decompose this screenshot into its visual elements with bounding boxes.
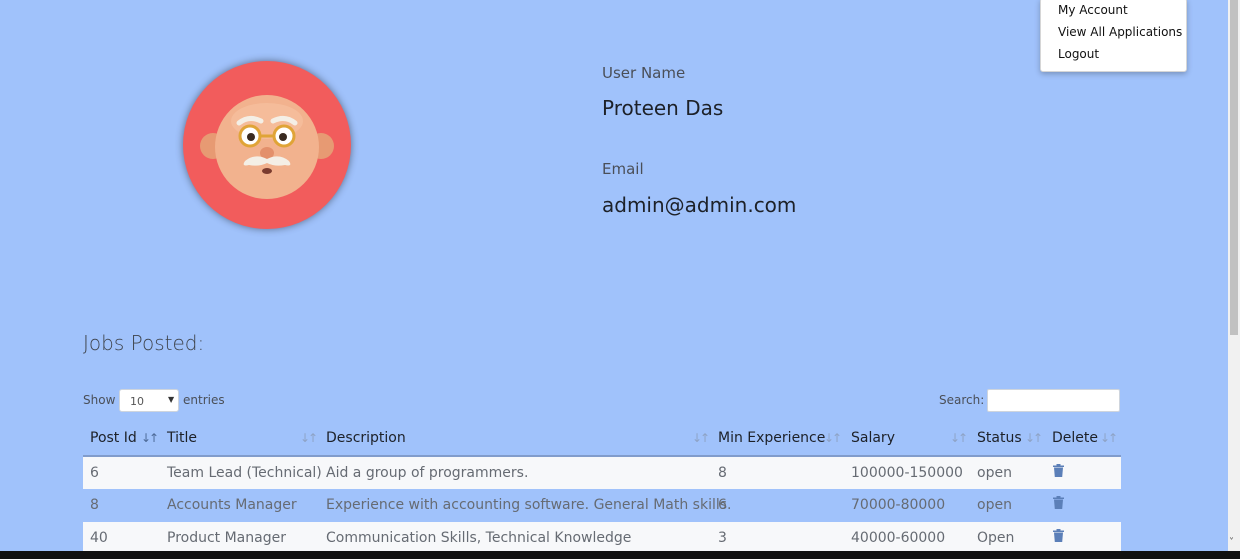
sort-arrows-icon[interactable]: ↓↑: [141, 431, 159, 445]
column-header-min-experience-label: Min Experience: [718, 430, 826, 446]
account-dropdown-menu: My Account View All Applications Logout: [1040, 0, 1187, 72]
column-header-delete-label: Delete: [1052, 430, 1098, 446]
cell-salary: 100000-150000: [851, 465, 963, 481]
column-header-salary[interactable]: Salary: [851, 426, 895, 454]
column-header-title[interactable]: Title: [167, 426, 197, 454]
column-header-description-label: Description: [326, 430, 406, 446]
search-label: Search:: [939, 393, 985, 407]
column-header-post-id-label: Post Id: [90, 430, 137, 446]
cell-description: Communication Skills, Technical Knowledg…: [326, 530, 632, 546]
trash-icon[interactable]: [1053, 494, 1064, 513]
chevron-down-icon: ▼: [168, 395, 175, 404]
cell-title: Team Lead (Technical): [167, 465, 322, 481]
trash-icon[interactable]: [1053, 527, 1064, 546]
menu-item-view-all-applications[interactable]: View All Applications: [1058, 25, 1182, 39]
scroll-down-arrow-icon[interactable]: ˅: [1229, 538, 1234, 548]
sort-arrows-icon[interactable]: ↓↑: [1100, 431, 1118, 445]
cell-min-experience: 3: [718, 530, 727, 546]
entries-label: entries: [183, 393, 225, 407]
column-header-min-experience[interactable]: Min Experience: [718, 426, 825, 454]
cell-post-id: 8: [90, 497, 99, 513]
search-input[interactable]: [987, 389, 1120, 412]
cell-description: Experience with accounting software. Gen…: [326, 497, 732, 513]
vertical-scrollbar[interactable]: ˅: [1228, 0, 1240, 551]
entries-per-page-value: 10: [130, 395, 144, 408]
grandpa-emoji-avatar-icon: [200, 95, 334, 199]
table-row: 6 Team Lead (Technical) Aid a group of p…: [83, 457, 1121, 489]
sort-arrows-icon[interactable]: ↓↑: [300, 431, 318, 445]
column-header-description[interactable]: Description: [326, 426, 406, 454]
column-header-salary-label: Salary: [851, 430, 895, 446]
sort-arrows-icon[interactable]: ↓↑: [692, 431, 710, 445]
cell-min-experience: 8: [718, 465, 727, 481]
avatar: [183, 61, 351, 229]
table-row: 8 Accounts Manager Experience with accou…: [83, 489, 1121, 521]
cell-title: Product Manager: [167, 530, 286, 546]
cell-status: open: [977, 497, 1012, 513]
entries-per-page-select[interactable]: 10 ▼: [119, 389, 179, 412]
email-label: Email: [602, 160, 644, 178]
username-label: User Name: [602, 64, 686, 82]
sort-arrows-icon[interactable]: ↓↑: [824, 431, 842, 445]
cell-title: Accounts Manager: [167, 497, 297, 513]
column-header-title-label: Title: [167, 430, 198, 446]
sort-arrows-icon[interactable]: ↓↑: [950, 431, 968, 445]
table-row: 40 Product Manager Communication Skills,…: [83, 522, 1121, 554]
trash-icon[interactable]: [1053, 462, 1064, 481]
cell-status: Open: [977, 530, 1015, 546]
cell-post-id: 40: [90, 530, 108, 546]
scrollbar-thumb[interactable]: [1230, 0, 1238, 335]
cell-salary: 40000-60000: [851, 530, 946, 546]
column-header-post-id[interactable]: Post Id: [90, 426, 137, 454]
column-header-status-label: Status: [977, 430, 1022, 446]
cell-min-experience: 6: [718, 497, 727, 513]
email-value: admin@admin.com: [602, 193, 797, 217]
cell-status: open: [977, 465, 1012, 481]
show-label: Show: [83, 393, 116, 407]
menu-item-my-account[interactable]: My Account: [1058, 3, 1128, 17]
sort-arrows-icon[interactable]: ↓↑: [1025, 431, 1043, 445]
cell-description: Aid a group of programmers.: [326, 465, 529, 481]
jobs-posted-heading: Jobs Posted:: [83, 331, 205, 355]
cell-post-id: 6: [90, 465, 99, 481]
menu-item-logout[interactable]: Logout: [1058, 47, 1099, 61]
username-value: Proteen Das: [602, 96, 724, 120]
bottom-edge-bar: [0, 551, 1240, 559]
column-header-delete[interactable]: Delete: [1052, 426, 1098, 454]
cell-salary: 70000-80000: [851, 497, 946, 513]
column-header-status[interactable]: Status: [977, 426, 1022, 454]
